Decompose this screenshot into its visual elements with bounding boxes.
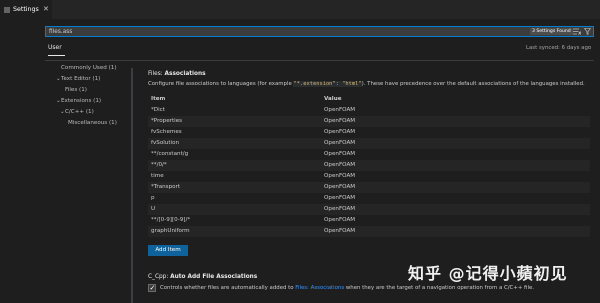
setting-name: Auto Add File Associations — [170, 274, 258, 280]
setting-title-auto-add: C_Cpp: Auto Add File Associations — [148, 274, 257, 280]
setting-description-associations: Configure file associations to languages… — [148, 81, 585, 87]
row-item: graphUniform — [151, 228, 190, 234]
toc-files[interactable]: Files (1) — [65, 87, 87, 94]
table-row[interactable]: time OpenFOAM — [148, 171, 590, 182]
table-row[interactable]: U OpenFOAM — [148, 204, 590, 215]
setting-name: Associations — [164, 71, 206, 77]
setting-description-auto-add: Controls whether files are automatically… — [160, 285, 534, 291]
user-scope-tab[interactable]: User — [48, 44, 62, 51]
settings-lines-icon — [4, 7, 10, 12]
toc-label: C/C++ (1) — [65, 109, 94, 115]
column-header-value: Value — [324, 96, 342, 102]
auto-add-checkbox[interactable]: ✓ — [148, 284, 156, 292]
setting-category: Files: — [148, 71, 165, 77]
check-icon: ✓ — [149, 284, 156, 292]
toc-commonly-used[interactable]: Commonly Used (1) — [61, 65, 117, 72]
row-value: OpenFOAM — [324, 162, 356, 168]
search-value[interactable]: files.ass — [49, 28, 72, 36]
add-item-button[interactable]: Add Item — [148, 245, 188, 256]
row-value: OpenFOAM — [324, 228, 356, 234]
files-associations-link[interactable]: Files: Associations — [295, 285, 344, 291]
table-row[interactable]: *Properties OpenFOAM — [148, 116, 590, 127]
table-row[interactable]: graphUniform OpenFOAM — [148, 226, 590, 237]
toc-miscellaneous[interactable]: Miscellaneous (1) — [68, 120, 117, 127]
row-item: **/0/* — [151, 162, 167, 168]
table-row[interactable]: **/constant/g OpenFOAM — [148, 149, 590, 160]
results-count-badge: 3 Settings Found — [530, 28, 573, 35]
table-row[interactable]: **/[0-9][0-9]/* OpenFOAM — [148, 215, 590, 226]
desc-text: Configure file associations to languages… — [148, 81, 294, 87]
filter-icon[interactable] — [584, 28, 591, 35]
toc-label: Commonly Used (1) — [61, 65, 117, 71]
table-row[interactable]: *Dict OpenFOAM — [148, 105, 590, 116]
clear-filter-icon[interactable] — [573, 28, 581, 35]
setting-focus-bar — [131, 68, 133, 303]
table-row[interactable]: **/0/* OpenFOAM — [148, 160, 590, 171]
toc-label: Miscellaneous (1) — [68, 120, 117, 126]
toc-label: Files (1) — [65, 87, 87, 93]
row-item: *Properties — [151, 118, 183, 124]
column-header-item: Item — [151, 96, 166, 102]
row-value: OpenFOAM — [324, 217, 356, 223]
setting-category: C_Cpp: — [148, 274, 171, 280]
toc-text-editor[interactable]: ⌄Text Editor (1) — [56, 76, 100, 83]
row-item: **/constant/g — [151, 151, 189, 157]
row-value: OpenFOAM — [324, 151, 356, 157]
table-row[interactable]: fvSchemes OpenFOAM — [148, 127, 590, 138]
table-row[interactable]: fvSolution OpenFOAM — [148, 138, 590, 149]
row-item: time — [151, 173, 164, 179]
table-row[interactable]: *Transport OpenFOAM — [148, 182, 590, 193]
row-item: p — [151, 195, 155, 201]
row-value: OpenFOAM — [324, 118, 356, 124]
row-value: OpenFOAM — [324, 184, 356, 190]
close-icon[interactable]: ✕ — [43, 5, 49, 13]
desc-text: Controls whether files are automatically… — [160, 285, 296, 291]
header-divider — [45, 60, 594, 61]
row-value: OpenFOAM — [324, 140, 356, 146]
row-value: OpenFOAM — [324, 173, 356, 179]
row-item: *Transport — [151, 184, 181, 190]
toc-label: Extensions (1) — [61, 98, 102, 104]
row-value: OpenFOAM — [324, 195, 356, 201]
tab-label: Settings — [13, 6, 39, 13]
row-value: OpenFOAM — [324, 129, 356, 135]
settings-search-input[interactable]: files.ass 3 Settings Found — [45, 26, 594, 37]
row-value: OpenFOAM — [324, 206, 356, 212]
row-item: fvSchemes — [151, 129, 182, 135]
setting-title-associations: Files: Associations — [148, 71, 206, 77]
code-example: "*.extension": "html" — [293, 81, 362, 87]
row-item: *Dict — [151, 107, 165, 113]
table-row[interactable]: p OpenFOAM — [148, 193, 590, 204]
active-tab-indicator — [48, 55, 65, 56]
desc-text: ). These have precedence over the defaul… — [361, 81, 585, 87]
row-value: OpenFOAM — [324, 107, 356, 113]
desc-text: when they are the target of a navigation… — [344, 285, 534, 291]
row-item: fvSolution — [151, 140, 180, 146]
row-item: **/[0-9][0-9]/* — [151, 217, 191, 223]
row-item: U — [151, 206, 156, 212]
watermark: 知乎 @记得小蘋初见 — [408, 264, 568, 283]
toc-label: Text Editor (1) — [61, 76, 101, 82]
last-synced-text: Last synced: 6 days ago — [526, 45, 592, 51]
toc-cpp[interactable]: ⌄C/C++ (1) — [60, 109, 94, 116]
editor-tab-bar: Settings ✕ — [0, 0, 600, 19]
toc-extensions[interactable]: ⌄Extensions (1) — [56, 98, 101, 105]
